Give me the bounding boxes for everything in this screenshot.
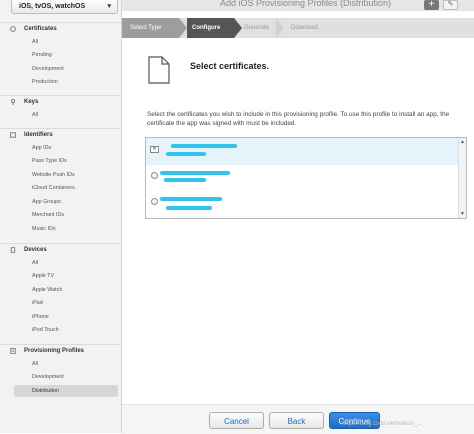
- watermark: https://blog.csdn.net/weixin_...: [342, 421, 423, 427]
- edit-button[interactable]: ✎: [443, 0, 458, 10]
- redacted-text: [166, 206, 212, 210]
- sidebar-item-profiles-all[interactable]: All: [14, 358, 118, 370]
- sidebar-item-ipad[interactable]: iPad: [14, 297, 118, 309]
- sidebar-item-app-groups[interactable]: App Groups: [14, 196, 118, 208]
- sidebar-item-devices-all[interactable]: All: [14, 257, 118, 269]
- redacted-text: [171, 144, 237, 148]
- sidebar-section-label: Devices: [24, 247, 47, 253]
- certificate-list[interactable]: ✕ ▲ ▼: [145, 137, 467, 219]
- profile-icon: [10, 348, 16, 354]
- sidebar-section-keys[interactable]: Keys: [0, 95, 121, 108]
- sidebar-section-label: Certificates: [24, 26, 57, 32]
- step-arrow: [276, 18, 284, 38]
- sidebar-item-icloud-containers[interactable]: iCloud Containers: [14, 182, 118, 194]
- chevron-down-icon: ▾: [107, 3, 111, 10]
- scrollbar[interactable]: ▲ ▼: [458, 138, 466, 218]
- radio-button[interactable]: [151, 172, 158, 179]
- redacted-text: [160, 171, 230, 175]
- sidebar-item-merchant-ids[interactable]: Merchant IDs: [14, 209, 118, 221]
- title-bar: Add iOS Provisioning Profiles (Distribut…: [122, 0, 474, 11]
- step-select-type: Select Type: [122, 18, 179, 38]
- sidebar-item-app-ids[interactable]: App IDs: [14, 142, 118, 154]
- certificate-option[interactable]: [146, 165, 460, 192]
- sidebar-item-distribution[interactable]: Distribution: [14, 385, 118, 397]
- step-arrow: [234, 18, 242, 38]
- radio-button[interactable]: [151, 198, 158, 205]
- sidebar-section-identifiers[interactable]: Identifiers: [0, 128, 121, 141]
- sidebar-item-music-ids[interactable]: Music IDs: [14, 223, 118, 235]
- instruction-text: Select the certificates you wish to incl…: [147, 111, 450, 127]
- sidebar-item-production[interactable]: Production: [14, 76, 118, 88]
- step-download: Download: [291, 25, 318, 31]
- add-button[interactable]: +: [424, 0, 439, 10]
- step-arrow: [179, 18, 187, 38]
- sidebar-section-provisioning-profiles[interactable]: Provisioning Profiles: [0, 344, 121, 357]
- scroll-down-icon[interactable]: ▼: [460, 211, 465, 217]
- certificate-icon: [10, 26, 16, 32]
- sidebar-section-label: Provisioning Profiles: [24, 348, 85, 354]
- sidebar-item-profiles-development[interactable]: Development: [14, 371, 118, 383]
- sidebar-item-apple-watch[interactable]: Apple Watch: [14, 284, 118, 296]
- redacted-text: [166, 152, 206, 156]
- page-title: Add iOS Provisioning Profiles (Distribut…: [220, 0, 392, 8]
- step-generate: Generate: [244, 25, 270, 31]
- redacted-text: [164, 178, 206, 182]
- platform-selector[interactable]: iOS, tvOS, watchOS ▾: [11, 0, 118, 14]
- sidebar-item-keys-all[interactable]: All: [14, 109, 118, 121]
- back-button[interactable]: Back: [269, 412, 324, 429]
- sidebar-item-pass-type-ids[interactable]: Pass Type IDs: [14, 155, 118, 167]
- certificate-option[interactable]: ✕: [146, 138, 460, 165]
- radio-button[interactable]: ✕: [150, 146, 159, 153]
- sidebar-item-ipod-touch[interactable]: iPod Touch: [14, 324, 118, 336]
- id-card-icon: [10, 132, 16, 138]
- step-configure: Configure: [187, 18, 234, 38]
- sidebar-item-pending[interactable]: Pending: [14, 49, 118, 61]
- cancel-button[interactable]: Cancel: [209, 412, 264, 429]
- document-icon: [148, 56, 170, 84]
- redacted-text: [160, 197, 222, 201]
- scroll-up-icon[interactable]: ▲: [460, 139, 465, 145]
- sidebar-section-certificates[interactable]: Certificates: [0, 22, 121, 35]
- sidebar-section-label: Identifiers: [24, 132, 53, 138]
- sidebar-section-label: Keys: [24, 99, 39, 105]
- sidebar-item-certificates-all[interactable]: All: [14, 36, 118, 48]
- key-icon: [10, 99, 16, 105]
- platform-label: iOS, tvOS, watchOS: [19, 3, 86, 10]
- sidebar: iOS, tvOS, watchOS ▾ Certificates All Pe…: [0, 0, 122, 433]
- sidebar-item-apple-tv[interactable]: Apple TV: [14, 270, 118, 282]
- sidebar-item-website-push-ids[interactable]: Website Push IDs: [14, 169, 118, 181]
- device-icon: [10, 247, 16, 253]
- sidebar-section-devices[interactable]: Devices: [0, 243, 121, 256]
- sidebar-item-certificates-development[interactable]: Development: [14, 63, 118, 75]
- section-heading: Select certificates.: [190, 61, 270, 71]
- sidebar-item-iphone[interactable]: iPhone: [14, 311, 118, 323]
- certificate-option[interactable]: [146, 192, 460, 218]
- step-progress-bar: Select Type Configure Generate Download: [122, 18, 474, 38]
